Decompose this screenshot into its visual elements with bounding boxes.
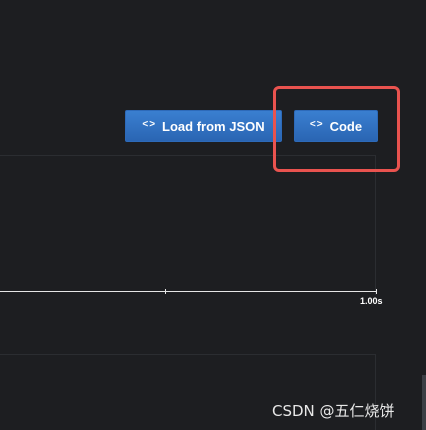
timeline-axis [0,291,377,292]
watermark: CSDN @五仁烧饼 [272,402,395,420]
timeline-end-label: 1.00s [360,296,383,306]
load-from-json-button[interactable]: <> Load from JSON [125,110,282,142]
code-brackets-icon: <> [142,119,157,130]
highlight-box [273,86,400,172]
timeline-panel [0,155,376,295]
editor-stage: <> Load from JSON <> Code 1.00s CSDN @五仁… [0,0,426,430]
scrollbar[interactable] [422,375,426,430]
timeline-tick-end [376,289,377,294]
timeline-tick-mid [165,289,166,294]
load-from-json-label: Load from JSON [162,118,265,134]
